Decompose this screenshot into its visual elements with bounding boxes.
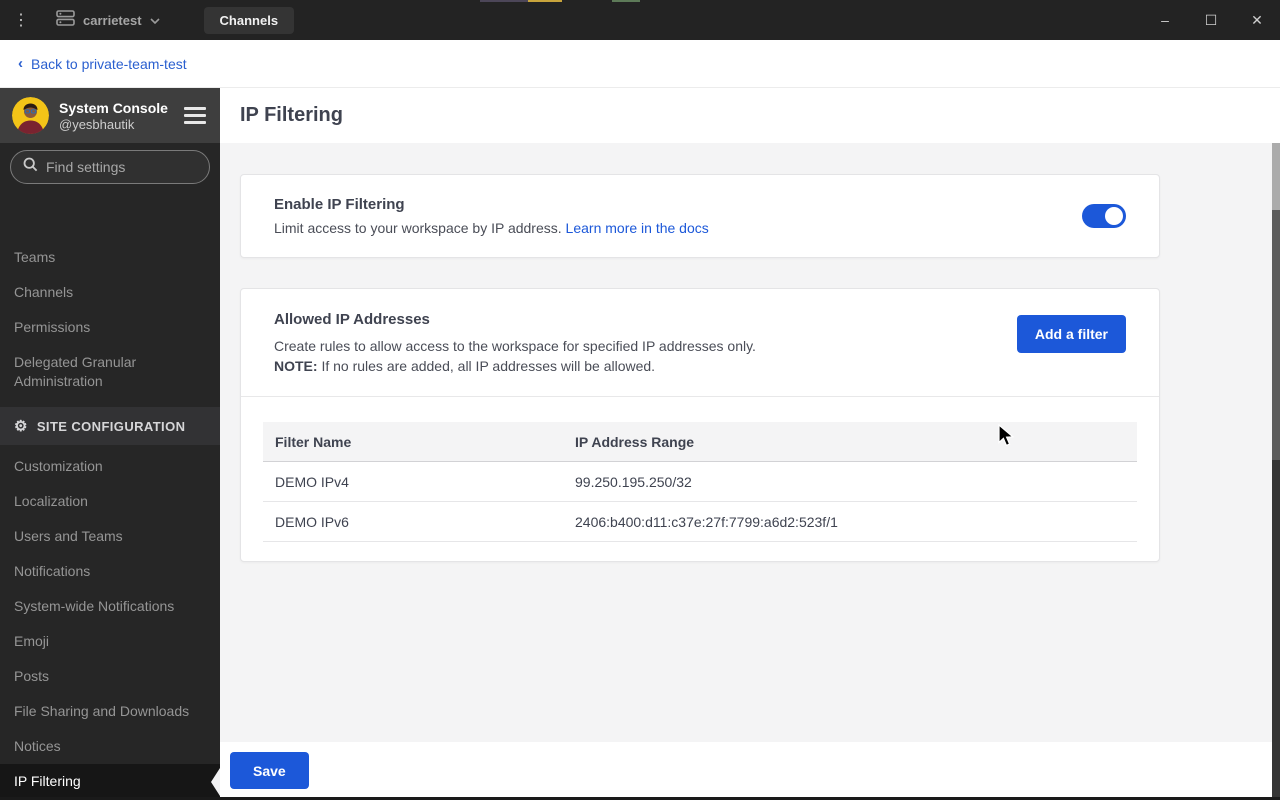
sidebar-item-emoji[interactable]: Emoji bbox=[0, 624, 220, 659]
sidebar-username: @yesbhautik bbox=[59, 116, 135, 132]
app-window: ⋮ carrietest Channels – ☐ ✕ ‹ Back to pr… bbox=[0, 0, 1280, 800]
table-row[interactable]: DEMO IPv6 2406:b400:d11:c37e:27f:7799:a6… bbox=[263, 502, 1137, 542]
chevron-down-icon bbox=[149, 11, 160, 29]
tab-channels[interactable]: Channels bbox=[203, 6, 295, 34]
sidebar-item-permissions[interactable]: Permissions bbox=[0, 310, 220, 345]
sidebar-item-teams[interactable]: Teams bbox=[0, 240, 220, 275]
minimize-button[interactable]: – bbox=[1142, 0, 1188, 40]
column-header-ip-address-range: IP Address Range bbox=[575, 433, 695, 450]
note-label: NOTE: bbox=[274, 358, 318, 374]
search-input[interactable] bbox=[46, 158, 186, 175]
sidebar-item-notifications[interactable]: Notifications bbox=[0, 554, 220, 589]
sidebar-item-localization[interactable]: Localization bbox=[0, 484, 220, 519]
server-stack-icon bbox=[56, 9, 75, 31]
sidebar-item-users-and-teams[interactable]: Users and Teams bbox=[0, 519, 220, 554]
close-button[interactable]: ✕ bbox=[1234, 0, 1280, 40]
sidebar-header[interactable]: System Console @yesbhautik bbox=[0, 88, 220, 143]
sidebar-item-file-sharing-and-downloads[interactable]: File Sharing and Downloads bbox=[0, 694, 220, 729]
maximize-button[interactable]: ☐ bbox=[1188, 0, 1234, 40]
sidebar-title: System Console bbox=[59, 99, 168, 116]
admin-sidebar: System Console @yesbhautik Teams Channel… bbox=[0, 88, 220, 800]
toggle-knob bbox=[1105, 207, 1123, 225]
save-button[interactable]: Save bbox=[230, 752, 309, 789]
enable-ip-filtering-toggle[interactable] bbox=[1082, 204, 1126, 228]
sidebar-item-posts[interactable]: Posts bbox=[0, 659, 220, 694]
sidebar-search-area bbox=[0, 143, 220, 190]
page-title: IP Filtering bbox=[240, 104, 343, 126]
sidebar-nav: Teams Channels Permissions Delegated Gra… bbox=[0, 249, 220, 800]
ip-range-cell: 2406:b400:d11:c37e:27f:7799:a6d2:523f/1 bbox=[575, 513, 838, 530]
avatar bbox=[12, 97, 49, 134]
description-text: Limit access to your workspace by IP add… bbox=[274, 220, 566, 236]
filter-name-cell: DEMO IPv6 bbox=[275, 513, 349, 530]
active-item-arrow bbox=[211, 767, 220, 796]
settings-content: Enable IP Filtering Limit access to your… bbox=[220, 143, 1280, 742]
hamburger-menu-icon[interactable] bbox=[184, 107, 208, 124]
back-navigation-bar: ‹ Back to private-team-test bbox=[0, 40, 1280, 88]
enable-ip-filtering-card: Enable IP Filtering Limit access to your… bbox=[240, 174, 1160, 258]
sidebar-item-ip-filtering[interactable]: IP Filtering bbox=[0, 764, 220, 799]
back-link-label: Back to private-team-test bbox=[31, 55, 187, 72]
enable-ip-filtering-description: Limit access to your workspace by IP add… bbox=[274, 220, 1082, 236]
note-text: If no rules are added, all IP addresses … bbox=[317, 358, 656, 374]
allowed-ip-addresses-card: Allowed IP Addresses Create rules to all… bbox=[240, 288, 1160, 562]
background-window-edge bbox=[528, 0, 562, 2]
search-icon bbox=[23, 157, 38, 177]
server-name: carrietest bbox=[83, 12, 142, 28]
add-a-filter-button[interactable]: Add a filter bbox=[1016, 315, 1126, 353]
sidebar-item-system-wide-notifications[interactable]: System-wide Notifications bbox=[0, 589, 220, 624]
learn-more-link[interactable]: Learn more in the docs bbox=[566, 220, 709, 236]
sidebar-item-channels[interactable]: Channels bbox=[0, 275, 220, 310]
table-header-row: Filter Name IP Address Range bbox=[263, 422, 1137, 462]
enable-ip-filtering-title: Enable IP Filtering bbox=[274, 196, 405, 213]
settings-search-box[interactable] bbox=[10, 149, 210, 184]
ip-range-cell: 99.250.195.250/32 bbox=[575, 473, 692, 490]
table-row[interactable]: DEMO IPv4 99.250.195.250/32 bbox=[263, 462, 1137, 502]
ip-filters-table: Filter Name IP Address Range DEMO IPv4 9… bbox=[263, 422, 1137, 542]
sidebar-section-site-configuration: ⚙ SITE CONFIGURATION bbox=[0, 407, 220, 445]
allowed-ip-addresses-header: Allowed IP Addresses Create rules to all… bbox=[241, 289, 1159, 397]
background-window-edge bbox=[1272, 143, 1280, 797]
background-window-edge bbox=[612, 0, 640, 2]
gear-icon: ⚙ bbox=[14, 418, 28, 435]
chevron-left-icon: ‹ bbox=[18, 55, 23, 72]
sidebar-item-customization[interactable]: Customization bbox=[0, 449, 220, 484]
page-header: IP Filtering bbox=[220, 88, 1280, 143]
titlebar: ⋮ carrietest Channels – ☐ ✕ bbox=[0, 0, 1280, 40]
app-menu-icon[interactable]: ⋮ bbox=[0, 10, 42, 30]
server-selector[interactable]: carrietest bbox=[42, 0, 174, 40]
allowed-ip-addresses-note: NOTE: If no rules are added, all IP addr… bbox=[274, 356, 1017, 376]
allowed-ip-addresses-title: Allowed IP Addresses bbox=[274, 311, 430, 328]
window-controls: – ☐ ✕ bbox=[1142, 0, 1280, 40]
background-window-edge bbox=[480, 0, 528, 2]
back-link[interactable]: ‹ Back to private-team-test bbox=[18, 56, 187, 72]
sidebar-item-notices[interactable]: Notices bbox=[0, 729, 220, 764]
filter-name-cell: DEMO IPv4 bbox=[275, 473, 349, 490]
section-label: SITE CONFIGURATION bbox=[36, 418, 186, 434]
sidebar-item-delegated-granular-administration[interactable]: Delegated Granular Administration bbox=[0, 345, 220, 399]
allowed-ip-addresses-description: Create rules to allow access to the work… bbox=[274, 338, 756, 354]
column-header-filter-name: Filter Name bbox=[275, 433, 352, 450]
save-footer: Save bbox=[220, 742, 1280, 797]
main-panel: IP Filtering Enable IP Filtering Limit a… bbox=[220, 88, 1280, 800]
sidebar-item-label: IP Filtering bbox=[14, 773, 81, 789]
